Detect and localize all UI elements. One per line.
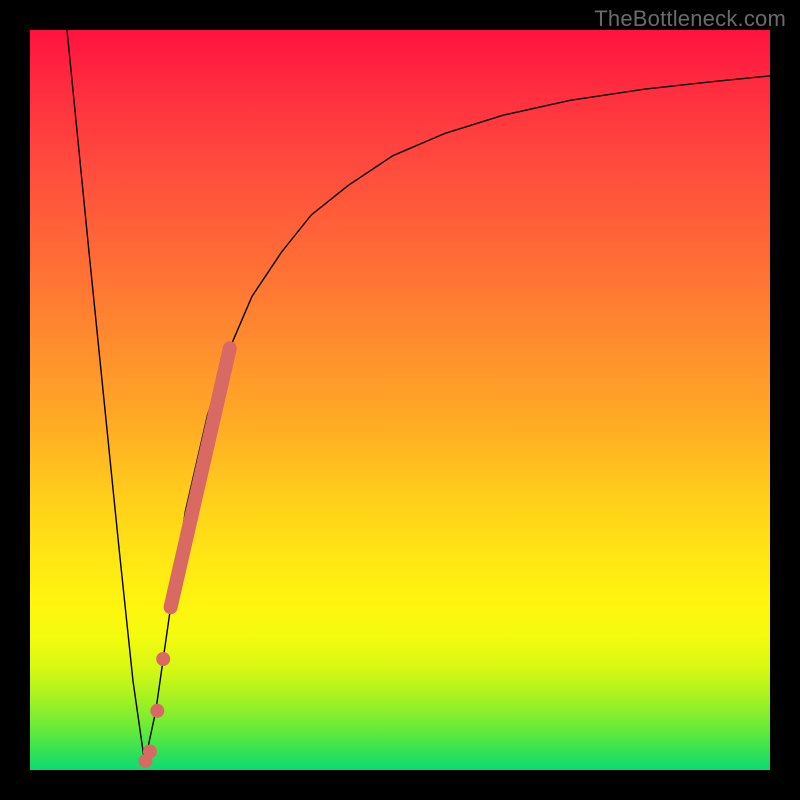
chart-frame: TheBottleneck.com <box>0 0 800 800</box>
chart-svg <box>30 30 770 770</box>
plot-area <box>30 30 770 770</box>
highlight-dot <box>143 745 157 759</box>
bottleneck-curve <box>67 30 770 763</box>
highlight-segment <box>171 348 230 607</box>
watermark-text: TheBottleneck.com <box>594 6 786 32</box>
highlight-dot <box>156 652 170 666</box>
highlight-dot <box>150 704 164 718</box>
